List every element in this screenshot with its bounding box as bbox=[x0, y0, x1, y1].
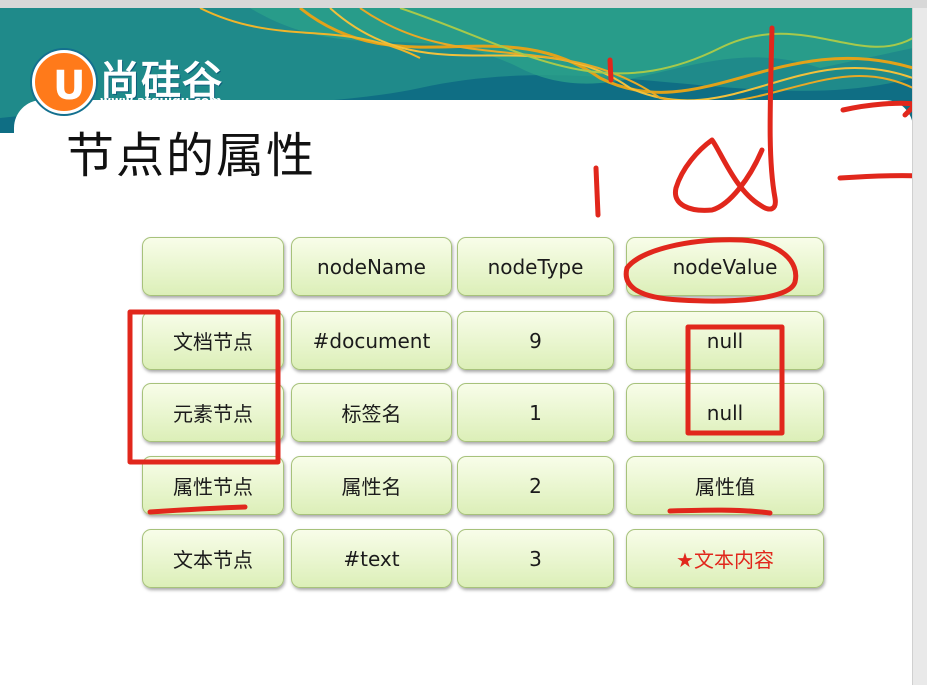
table-row-label: 文档节点 bbox=[142, 311, 284, 370]
table-cell: 属性值 bbox=[626, 456, 824, 515]
table-header-cell bbox=[142, 237, 284, 296]
table-cell: 3 bbox=[457, 529, 614, 588]
table-row-label: 属性节点 bbox=[142, 456, 284, 515]
table-cell: #document bbox=[291, 311, 452, 370]
table-cell: 属性名 bbox=[291, 456, 452, 515]
table-header-cell: nodeType bbox=[457, 237, 614, 296]
table-cell: #text bbox=[291, 529, 452, 588]
table-cell-highlighted: ★文本内容 bbox=[626, 529, 824, 588]
table-header-cell: nodeValue bbox=[626, 237, 824, 296]
table-cell: 标签名 bbox=[291, 383, 452, 442]
logo-url: www.atguigu.com bbox=[100, 94, 222, 108]
table-cell: 2 bbox=[457, 456, 614, 515]
logo-badge-icon: U bbox=[32, 50, 96, 114]
table-row-label: 文本节点 bbox=[142, 529, 284, 588]
slide-title: 节点的属性 bbox=[66, 128, 317, 184]
table-cell: 1 bbox=[457, 383, 614, 442]
logo-letter: U bbox=[53, 63, 86, 109]
table-cell: 9 bbox=[457, 311, 614, 370]
atguigu-logo: U 尚硅谷 www.atguigu.com bbox=[28, 44, 243, 116]
table-cell: null bbox=[626, 383, 824, 442]
table-cell: null bbox=[626, 311, 824, 370]
table-header-cell: nodeName bbox=[291, 237, 452, 296]
window-right-edge bbox=[912, 8, 927, 685]
table-row-label: 元素节点 bbox=[142, 383, 284, 442]
